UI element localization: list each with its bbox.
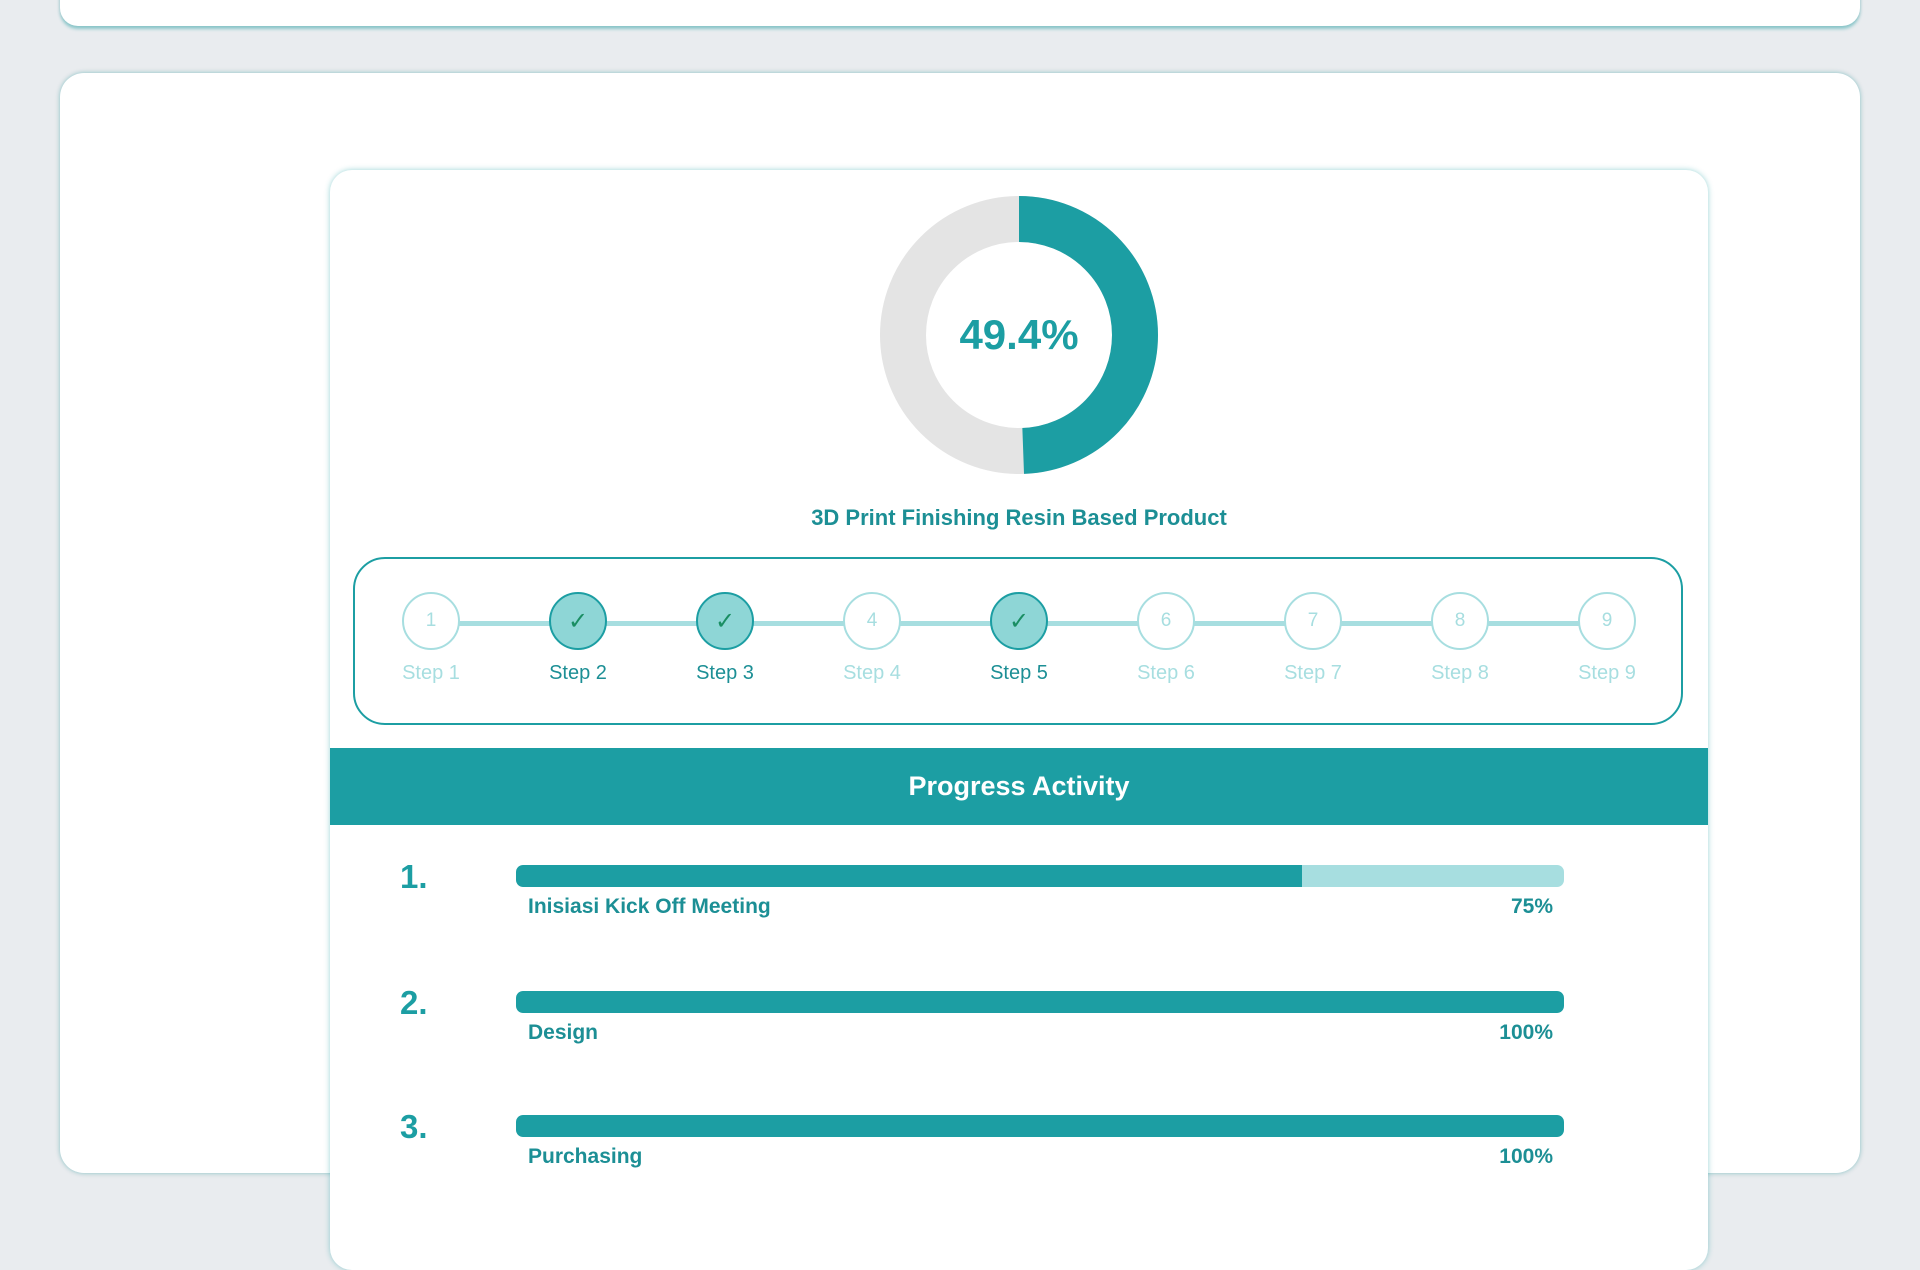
activity-item: 3. Purchasing 100%: [330, 1108, 1708, 1178]
step-label: Step 3: [696, 662, 754, 684]
step-2[interactable]: ✓ Step 2: [538, 592, 618, 685]
progress-activity-header: Progress Activity: [330, 748, 1708, 825]
progress-donut: 49.4%: [879, 195, 1159, 475]
activity-progress-bar: [516, 991, 1564, 1013]
step-3[interactable]: ✓ Step 3: [685, 592, 765, 685]
main-card: 49.4% 3D Print Finishing Resin Based Pro…: [60, 73, 1860, 1270]
step-9[interactable]: 9 Step 9: [1567, 592, 1647, 685]
activity-item: 1. Inisiasi Kick Off Meeting 75%: [330, 858, 1708, 928]
check-icon: ✓: [567, 607, 589, 635]
activity-name: Design: [528, 1021, 599, 1044]
activity-percent: 75%: [1510, 895, 1553, 918]
activity-percent: 100%: [1499, 1021, 1553, 1044]
activity-progress-fill: [516, 865, 1302, 887]
activity-number: 1.: [400, 858, 428, 895]
progress-percent: 49.4%: [959, 311, 1079, 358]
step-label: Step 1: [402, 662, 460, 684]
step-label: Step 2: [549, 662, 607, 684]
step-number-circle: 9: [1578, 592, 1636, 650]
step-1[interactable]: 1 Step 1: [391, 592, 471, 685]
step-8[interactable]: 8 Step 8: [1420, 592, 1500, 685]
step-5[interactable]: ✓ Step 5: [979, 592, 1059, 685]
step-label: Step 4: [843, 662, 901, 684]
check-icon: ✓: [1008, 607, 1030, 635]
step-6[interactable]: 6 Step 6: [1126, 592, 1206, 685]
step-number-circle: 1: [402, 592, 460, 650]
activity-item: 2. Design 100%: [330, 984, 1708, 1054]
step-label: Step 7: [1284, 662, 1342, 684]
project-progress-card: 49.4% 3D Print Finishing Resin Based Pro…: [330, 170, 1708, 1270]
step-label: Step 6: [1137, 662, 1195, 684]
activity-number: 3.: [400, 1108, 428, 1145]
step-check-circle: ✓: [696, 592, 754, 650]
step-label: Step 8: [1431, 662, 1489, 684]
step-number-circle: 4: [843, 592, 901, 650]
step-check-circle: ✓: [549, 592, 607, 650]
step-label: Step 5: [990, 662, 1048, 684]
project-title: 3D Print Finishing Resin Based Product: [811, 505, 1227, 530]
step-number-circle: 7: [1284, 592, 1342, 650]
step-number-circle: 8: [1431, 592, 1489, 650]
activity-progress-fill: [516, 1115, 1564, 1137]
activity-name: Inisiasi Kick Off Meeting: [528, 895, 771, 918]
activity-name: Purchasing: [528, 1145, 643, 1168]
activity-number: 2.: [400, 984, 428, 1021]
top-card: [60, 0, 1860, 26]
step-4[interactable]: 4 Step 4: [832, 592, 912, 685]
activity-progress-bar: [516, 865, 1564, 887]
check-icon: ✓: [714, 607, 736, 635]
activity-percent: 100%: [1499, 1145, 1553, 1168]
step-number-circle: 6: [1137, 592, 1195, 650]
step-tracker: 1 Step 1 ✓ Step 2 ✓ Step 3 4 Step 4 ✓ Step 5 6 Step…: [353, 557, 1683, 725]
activity-progress-fill: [516, 991, 1564, 1013]
step-label: Step 9: [1578, 662, 1636, 684]
activity-progress-bar: [516, 1115, 1564, 1137]
step-check-circle: ✓: [990, 592, 1048, 650]
step-7[interactable]: 7 Step 7: [1273, 592, 1353, 685]
